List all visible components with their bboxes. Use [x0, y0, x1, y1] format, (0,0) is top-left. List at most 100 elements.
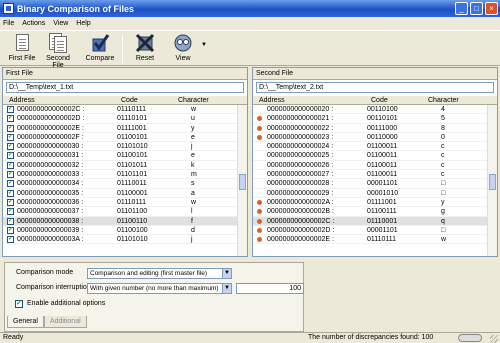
column-header-row: Address Code Character [253, 95, 497, 105]
scrollbar-thumb[interactable] [489, 174, 496, 191]
row-checkbox[interactable]: ✓ [7, 236, 14, 244]
character-cell: □ [441, 226, 446, 234]
table-row[interactable]: 000000000000002E : 01110111 w [253, 235, 487, 245]
close-button[interactable]: × [485, 2, 498, 15]
first-file-rows: ✓ 000000000000002C :01110111 w ✓ 00000000000… [3, 105, 237, 256]
code-cell: 01100011 [367, 171, 398, 179]
row-checkbox[interactable]: ✓ [7, 106, 14, 113]
menu-file[interactable]: File [3, 20, 14, 27]
row-checkbox[interactable]: ✓ [7, 198, 14, 206]
discrepancy-dot-icon [257, 116, 262, 122]
table-row[interactable]: 0000000000000023 : 00110000 0 [253, 133, 487, 143]
table-row[interactable]: 000000000000002D : 00001101 □ [253, 226, 487, 236]
second-file-header: Second File [253, 68, 497, 80]
table-row[interactable]: ✓ 0000000000000038 : 01100110 f [3, 216, 237, 226]
table-row[interactable]: ✓ 0000000000000036 : 01110111 w [3, 198, 237, 208]
row-checkbox[interactable]: ✓ [7, 171, 14, 179]
menu-view[interactable]: View [53, 20, 68, 27]
compare-button[interactable]: Compare [84, 33, 116, 62]
table-row[interactable]: 000000000000002C : 01110001 q [253, 216, 487, 226]
table-row[interactable]: 0000000000000024 : 01100011 c [253, 142, 487, 152]
menu-actions[interactable]: Actions [22, 20, 45, 27]
second-file-button[interactable]: Second File [40, 33, 76, 69]
row-checkbox[interactable]: ✓ [7, 115, 14, 123]
row-checkbox[interactable]: ✓ [7, 161, 14, 169]
scrollbar-thumb[interactable] [239, 174, 246, 191]
character-cell: c [441, 152, 445, 160]
character-cell: k [191, 161, 195, 169]
table-row[interactable]: ✓ 0000000000000034 : 01110011 s [3, 179, 237, 189]
table-row[interactable]: ✓ 000000000000002E : 01111001 y [3, 124, 237, 133]
table-row[interactable]: ✓ 0000000000000035 : 01100001 a [3, 189, 237, 198]
table-row[interactable]: ✓ 000000000000002F : 01100101 e [3, 133, 237, 143]
table-row[interactable]: 0000000000000029 : 00001010 □ [253, 189, 487, 198]
menu-help[interactable]: Help [76, 20, 90, 27]
address-column-header[interactable]: Address [9, 97, 35, 104]
column-header-row: Address Code Character [3, 95, 247, 105]
row-checkbox[interactable]: ✓ [7, 226, 14, 234]
row-checkbox[interactable]: ✓ [7, 143, 14, 151]
table-row[interactable]: 0000000000000022 : 00111000 8 [253, 124, 487, 133]
code-column-header[interactable]: Code [371, 97, 388, 104]
view-label: View [175, 55, 191, 62]
character-cell: q [441, 217, 445, 225]
row-checkbox[interactable]: ✓ [7, 180, 14, 188]
code-cell: 01100101 [117, 133, 148, 141]
resize-grip[interactable] [490, 335, 498, 343]
character-cell: f [191, 217, 193, 225]
table-row[interactable]: 0000000000000026 : 01100011 c [253, 161, 487, 171]
table-row[interactable]: ✓ 0000000000000032 : 01101011 k [3, 161, 237, 171]
table-row[interactable]: ✓ 000000000000002C : 01110111 w [3, 105, 237, 115]
interruption-number-input[interactable]: 100 [236, 283, 304, 294]
maximize-button[interactable]: □ [470, 2, 483, 15]
table-row[interactable]: 0000000000000028 : 00001101 □ [253, 179, 487, 189]
status-toggle[interactable] [458, 334, 482, 342]
row-checkbox[interactable]: ✓ [7, 152, 14, 160]
first-file-button[interactable]: First File [8, 33, 36, 62]
code-cell: 01111001 [367, 198, 397, 206]
first-file-scrollbar[interactable] [237, 105, 247, 256]
table-row[interactable]: ✓ 0000000000000037 : 01101100 l [3, 207, 237, 217]
code-cell: 01101100 [117, 208, 148, 216]
table-row[interactable]: ✓ 0000000000000031 : 01100101 e [3, 151, 237, 161]
row-checkbox[interactable]: ✓ [7, 133, 14, 141]
view-button[interactable]: View [170, 33, 196, 62]
row-checkbox[interactable]: ✓ [7, 189, 14, 197]
second-file-path[interactable]: D:\__Temp\text_2.txt [256, 82, 494, 93]
comparison-interruption-select[interactable]: With given number (no more than maximum)… [87, 283, 232, 294]
character-cell: d [191, 226, 195, 234]
documents-icon [48, 33, 68, 53]
table-row[interactable]: ✓ 0000000000000033 : 01101101 m [3, 170, 237, 180]
toolbar-separator [122, 35, 123, 63]
table-row[interactable]: 000000000000002B : 01100111 g [253, 207, 487, 217]
row-checkbox[interactable]: ✓ [7, 217, 14, 225]
tab-additional[interactable]: Additional [43, 316, 87, 328]
character-cell: y [191, 124, 195, 132]
code-column-header[interactable]: Code [121, 97, 138, 104]
table-row[interactable]: ✓ 0000000000000030 : 01101010 j [3, 142, 237, 152]
reset-button[interactable]: Reset [132, 33, 158, 62]
table-row[interactable]: 0000000000000021 : 00110101 5 [253, 114, 487, 124]
table-row[interactable]: 0000000000000027 : 01100011 c [253, 170, 487, 180]
address-column-header[interactable]: Address [259, 97, 285, 104]
row-checkbox[interactable]: ✓ [7, 208, 14, 216]
character-column-header[interactable]: Character [428, 97, 459, 104]
discrepancy-dot-icon [257, 209, 262, 215]
second-file-scrollbar[interactable] [487, 105, 497, 256]
enable-additional-options-checkbox[interactable]: ✓ [15, 300, 23, 308]
character-cell: c [441, 161, 445, 169]
row-checkbox[interactable]: ✓ [7, 124, 14, 132]
address-cell: 0000000000000021 : [267, 115, 334, 123]
table-row[interactable]: ✓ 000000000000003A : 01101010 j [3, 235, 237, 245]
character-column-header[interactable]: Character [178, 97, 209, 104]
tab-general[interactable]: General [7, 316, 44, 328]
table-row[interactable]: 000000000000002A : 01111001 y [253, 198, 487, 208]
first-file-path[interactable]: D:\__Temp\text_1.txt [6, 82, 244, 93]
table-row[interactable]: ✓ 000000000000002D : 01110101 u [3, 114, 237, 124]
table-row[interactable]: 0000000000000025 : 01100011 c [253, 151, 487, 161]
view-dropdown-icon[interactable]: ▼ [201, 42, 207, 48]
table-row[interactable]: 0000000000000020 : 00110100 4 [253, 105, 487, 115]
comparison-mode-select[interactable]: Comparison and editing (first master fil… [87, 268, 232, 279]
minimize-button[interactable]: _ [455, 2, 468, 15]
table-row[interactable]: ✓ 0000000000000039 : 01100100 d [3, 226, 237, 236]
